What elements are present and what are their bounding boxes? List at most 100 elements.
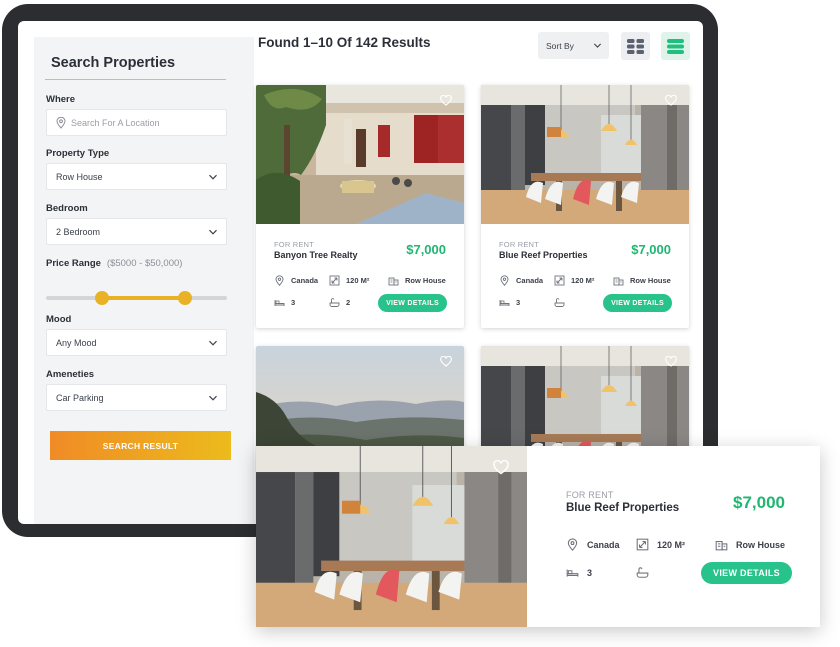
marketing-composition: Search Properties Where Search For A Loc…	[0, 0, 840, 647]
price-range-label: Price Range ($5000 - $50,000)	[46, 258, 182, 269]
featured-type: Row House	[715, 538, 785, 551]
ameneties-select[interactable]: Car Parking	[46, 384, 227, 411]
grid-view-icon	[627, 38, 644, 54]
listing-kind: FOR RENT	[274, 240, 314, 249]
bedroom-value: 2 Bedroom	[56, 226, 101, 237]
listing-area-value: 120 M²	[346, 276, 370, 285]
listing-kind: FOR RENT	[499, 240, 539, 249]
favorite-heart-icon[interactable]	[440, 95, 452, 106]
courtyard-photo	[256, 85, 464, 224]
listing-baths	[554, 297, 571, 308]
listing-location: Canada	[274, 275, 318, 286]
area-icon	[636, 538, 649, 551]
listing-area-value: 120 M²	[571, 276, 595, 285]
sidebar-title: Search Properties	[51, 55, 176, 71]
listing-type: Row House	[613, 275, 671, 286]
price-range-title: Price Range	[46, 258, 101, 269]
bed-icon	[566, 566, 579, 579]
dining-room-photo	[256, 446, 527, 627]
listing-card[interactable]: FOR RENT Blue Reef Properties $7,000 Can…	[481, 85, 689, 328]
sidebar-divider	[45, 79, 226, 80]
location-pin-icon	[274, 275, 285, 286]
listing-beds: 3	[274, 297, 295, 308]
dining-room-photo	[481, 85, 689, 224]
price-max-handle[interactable]	[178, 291, 193, 305]
featured-beds-value: 3	[587, 567, 593, 578]
featured-price: $7,000	[733, 493, 785, 512]
price-min-handle[interactable]	[95, 291, 110, 305]
bed-icon	[499, 297, 510, 308]
property-type-label: Property Type	[46, 148, 110, 159]
bathtub-icon	[554, 297, 565, 308]
sort-by-label: Sort By	[546, 40, 574, 51]
search-result-button[interactable]: SEARCH RESULT	[50, 431, 231, 460]
featured-location-value: Canada	[587, 539, 620, 550]
chevron-down-icon	[208, 338, 218, 348]
area-icon	[329, 275, 340, 286]
listing-name[interactable]: Blue Reef Properties	[499, 250, 588, 260]
list-view-button[interactable]	[661, 32, 690, 60]
featured-area-value: 120 M²	[657, 539, 686, 550]
listing-location-value: Canada	[291, 276, 319, 285]
view-details-button[interactable]: VIEW DETAILS	[603, 294, 672, 312]
ameneties-value: Car Parking	[56, 392, 104, 403]
favorite-heart-icon[interactable]	[493, 460, 509, 475]
listing-type-value: Row House	[405, 276, 446, 285]
listing-baths-value: 2	[346, 298, 351, 307]
listing-area: 120 M²	[554, 275, 594, 286]
listing-type: Row House	[388, 275, 446, 286]
listing-area: 120 M²	[329, 275, 369, 286]
mood-label: Mood	[46, 314, 72, 325]
featured-location: Canada	[566, 538, 620, 551]
location-pin-icon	[56, 117, 66, 129]
search-sidebar: Search Properties Where Search For A Loc…	[34, 37, 254, 524]
price-range-values: ($5000 - $50,000)	[106, 258, 183, 269]
location-search-placeholder: Search For A Location	[71, 117, 160, 128]
bathtub-icon	[636, 566, 649, 579]
location-pin-icon	[499, 275, 510, 286]
listing-beds-value: 3	[291, 298, 296, 307]
featured-listing-card[interactable]: FOR RENT Blue Reef Properties $7,000 Can…	[256, 446, 820, 627]
mood-value: Any Mood	[56, 337, 97, 348]
grid-view-button[interactable]	[621, 32, 650, 60]
location-search-input[interactable]: Search For A Location	[46, 109, 227, 136]
results-count-title: Found 1–10 Of 142 Results	[258, 35, 431, 50]
listing-location: Canada	[499, 275, 543, 286]
mood-select[interactable]: Any Mood	[46, 329, 227, 356]
building-icon	[715, 538, 728, 551]
price-range-fill	[102, 296, 186, 300]
listing-type-value: Row House	[630, 276, 671, 285]
bedroom-label: Bedroom	[46, 203, 88, 214]
listing-location-value: Canada	[516, 276, 544, 285]
chevron-down-icon	[208, 227, 218, 237]
listing-beds: 3	[499, 297, 520, 308]
sort-by-dropdown[interactable]: Sort By	[538, 32, 609, 59]
listing-price: $7,000	[631, 242, 671, 257]
price-range-slider[interactable]	[46, 291, 227, 305]
listing-beds-value: 3	[516, 298, 521, 307]
favorite-heart-icon[interactable]	[665, 356, 677, 367]
area-icon	[554, 275, 565, 286]
building-icon	[613, 275, 624, 286]
location-pin-icon	[566, 538, 579, 551]
favorite-heart-icon[interactable]	[440, 356, 452, 367]
property-type-value: Row House	[56, 171, 103, 182]
featured-kind: FOR RENT	[566, 490, 614, 500]
listing-price: $7,000	[406, 242, 446, 257]
listing-baths: 2	[329, 297, 350, 308]
bedroom-select[interactable]: 2 Bedroom	[46, 218, 227, 245]
view-details-button[interactable]: VIEW DETAILS	[701, 562, 792, 584]
listing-name[interactable]: Banyon Tree Realty	[274, 250, 358, 260]
ameneties-label: Ameneties	[46, 369, 95, 380]
favorite-heart-icon[interactable]	[665, 95, 677, 106]
featured-type-value: Row House	[736, 539, 786, 550]
chevron-down-icon	[593, 41, 602, 50]
listing-card[interactable]: FOR RENT Banyon Tree Realty $7,000 Canad…	[256, 85, 464, 328]
view-details-button[interactable]: VIEW DETAILS	[378, 294, 447, 312]
chevron-down-icon	[208, 393, 218, 403]
property-type-select[interactable]: Row House	[46, 163, 227, 190]
featured-name[interactable]: Blue Reef Properties	[566, 502, 679, 514]
where-label: Where	[46, 94, 76, 105]
list-view-icon	[667, 38, 684, 54]
chevron-down-icon	[208, 172, 218, 182]
